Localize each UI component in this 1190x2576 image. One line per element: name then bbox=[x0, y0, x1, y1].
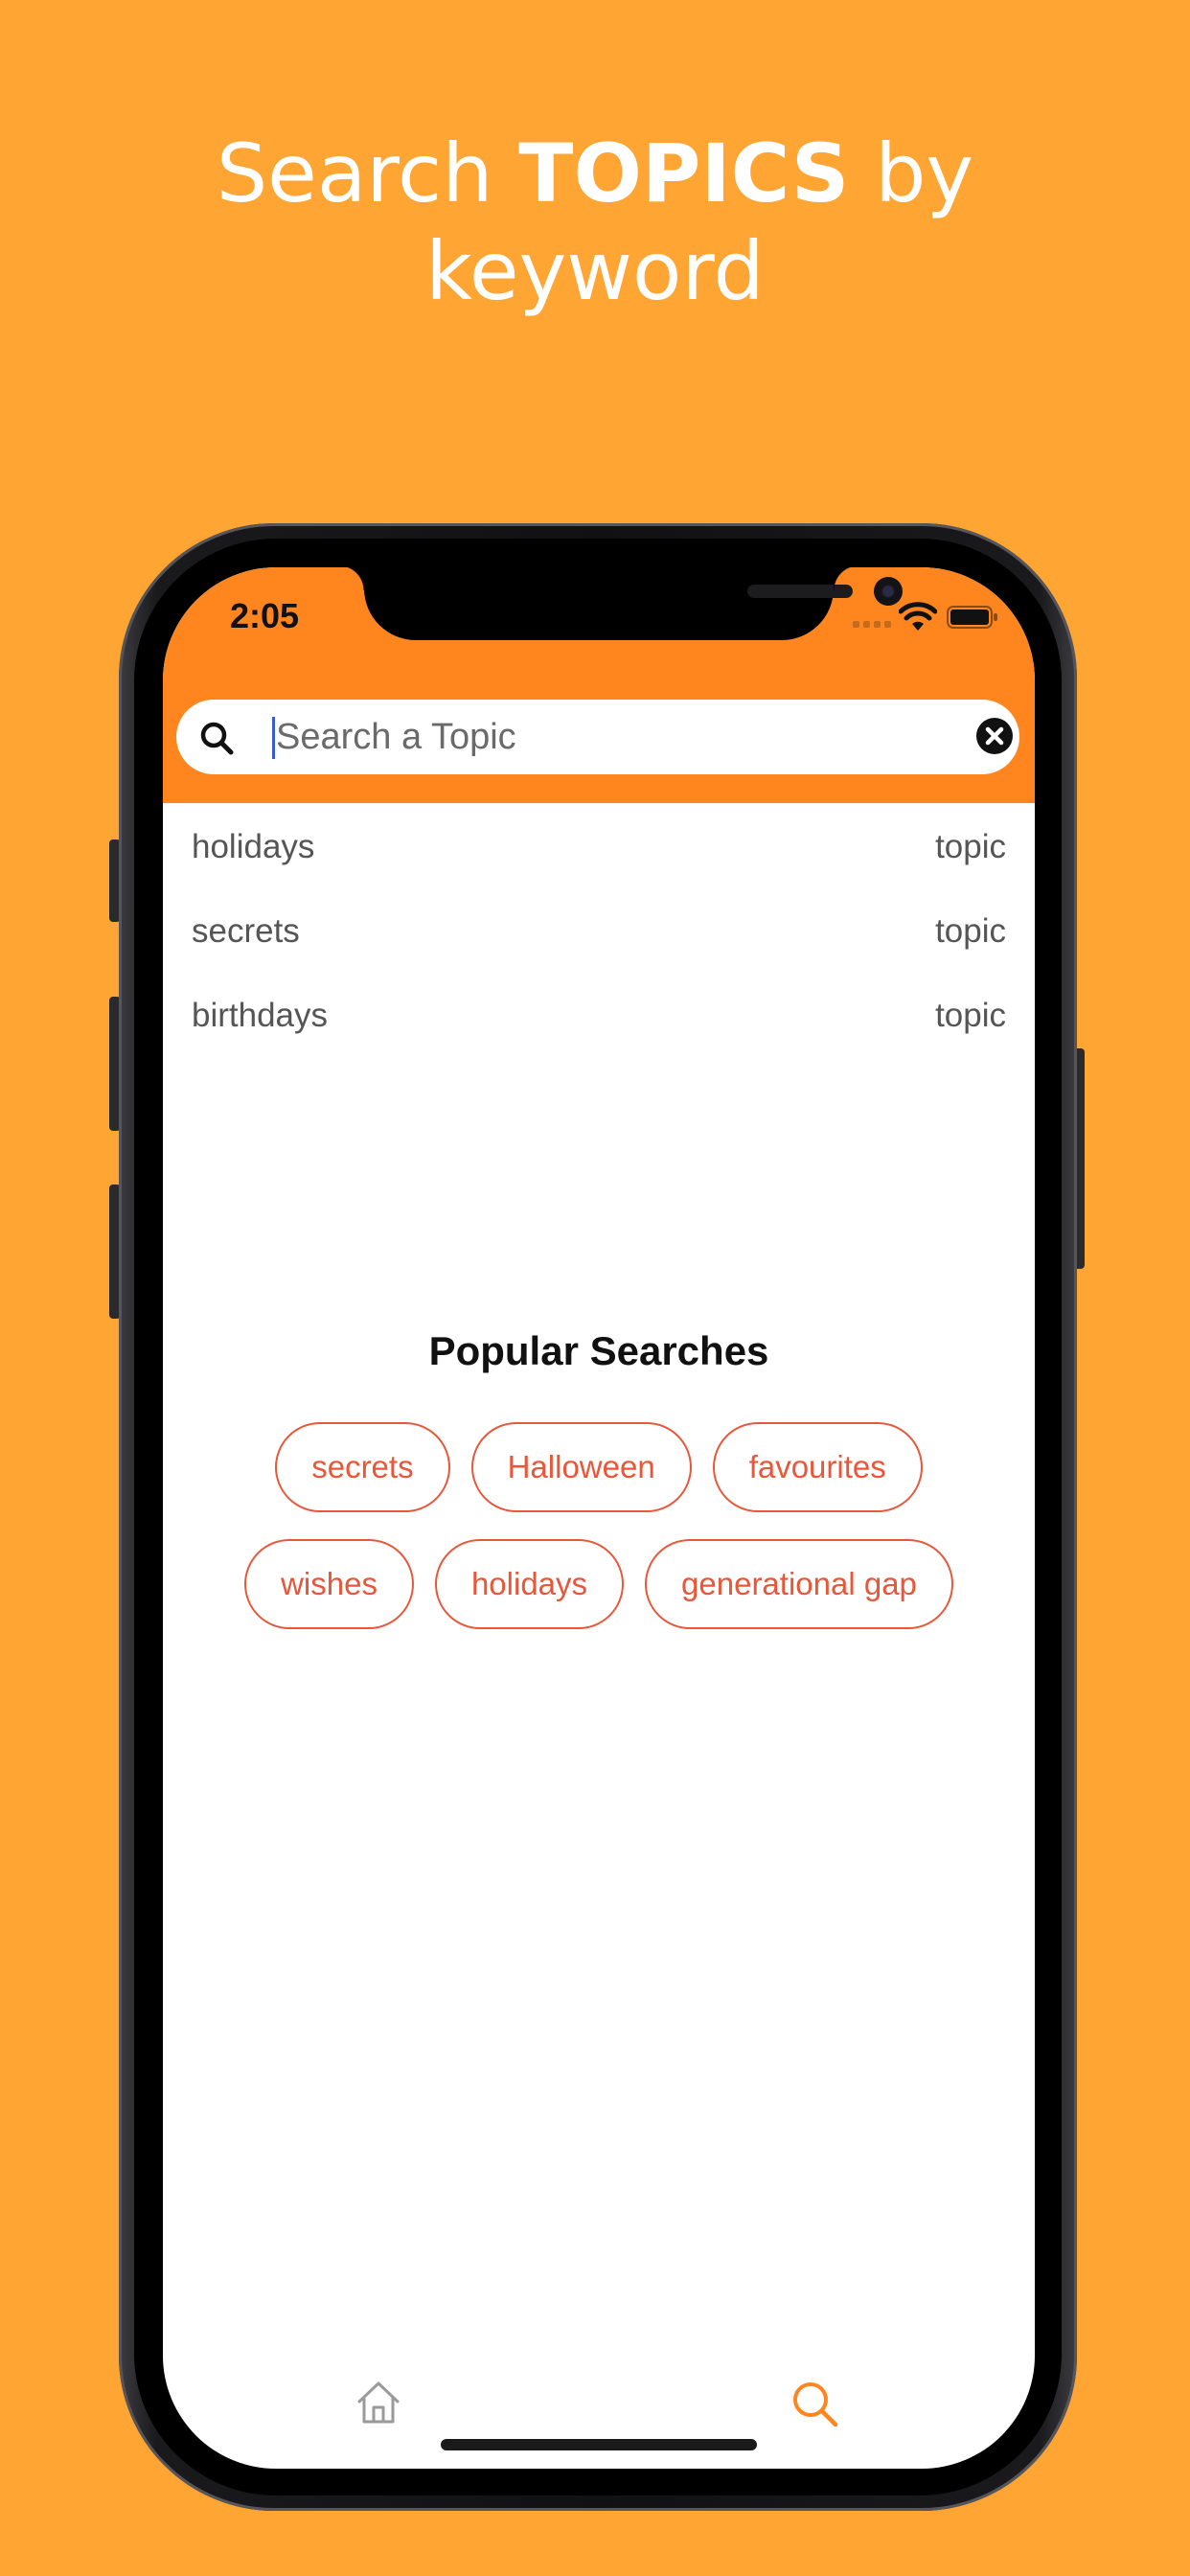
battery-icon bbox=[947, 606, 997, 629]
promo-headline-line2: keyword bbox=[425, 224, 765, 318]
search-suggestions-list: holidays topic secrets topic birthdays t… bbox=[163, 803, 1035, 1056]
wifi-icon bbox=[899, 602, 937, 631]
headline-bold-word: TOPICS bbox=[518, 126, 850, 220]
promo-headline: Search TOPICS by keyword bbox=[0, 125, 1190, 320]
suggestion-row[interactable]: secrets topic bbox=[163, 887, 1035, 972]
headline-prefix: Search bbox=[216, 126, 519, 220]
phone-notch bbox=[339, 567, 903, 640]
home-icon[interactable] bbox=[355, 2379, 402, 2426]
popular-search-chip[interactable]: secrets bbox=[275, 1422, 450, 1512]
cellular-signal-icon bbox=[853, 621, 891, 629]
promo-headline-line1: Search TOPICS by bbox=[0, 125, 1190, 222]
suggestion-keyword: birthdays bbox=[192, 997, 329, 1034]
popular-search-chip[interactable]: favourites bbox=[712, 1422, 923, 1512]
suggestion-type: topic bbox=[935, 828, 1006, 865]
popular-search-chip[interactable]: wishes bbox=[244, 1539, 414, 1629]
home-indicator[interactable] bbox=[441, 2439, 757, 2450]
popular-searches-row-2: wishes holidays generational gap bbox=[163, 1539, 1035, 1629]
search-icon bbox=[200, 722, 234, 755]
suggestion-keyword: secrets bbox=[192, 912, 300, 950]
suggestion-type: topic bbox=[935, 912, 1006, 950]
earpiece-speaker bbox=[747, 585, 853, 598]
app-screen: 2:05 Search a Topic holidays topic secre… bbox=[163, 567, 1035, 2469]
tab-bar bbox=[163, 2379, 1035, 2469]
suggestion-keyword: holidays bbox=[192, 828, 315, 865]
headline-suffix: by bbox=[849, 126, 974, 220]
search-input[interactable] bbox=[276, 707, 927, 767]
clear-search-icon[interactable] bbox=[975, 717, 1014, 755]
popular-search-chip[interactable]: Halloween bbox=[470, 1422, 692, 1512]
suggestion-type: topic bbox=[935, 997, 1006, 1034]
search-bar[interactable] bbox=[176, 700, 1019, 774]
front-camera bbox=[874, 577, 903, 606]
popular-search-chip[interactable]: generational gap bbox=[645, 1539, 953, 1629]
status-time: 2:05 bbox=[230, 596, 300, 635]
text-cursor bbox=[272, 717, 275, 759]
app-header: 2:05 bbox=[163, 567, 1035, 803]
suggestion-row[interactable]: birthdays topic bbox=[163, 972, 1035, 1056]
popular-searches-title: Popular Searches bbox=[428, 1328, 769, 1373]
search-tab-icon[interactable] bbox=[790, 2379, 841, 2430]
suggestion-row[interactable]: holidays topic bbox=[163, 803, 1035, 887]
popular-searches-row-1: secrets Halloween favourites bbox=[163, 1422, 1035, 1512]
popular-search-chip[interactable]: holidays bbox=[434, 1539, 625, 1629]
